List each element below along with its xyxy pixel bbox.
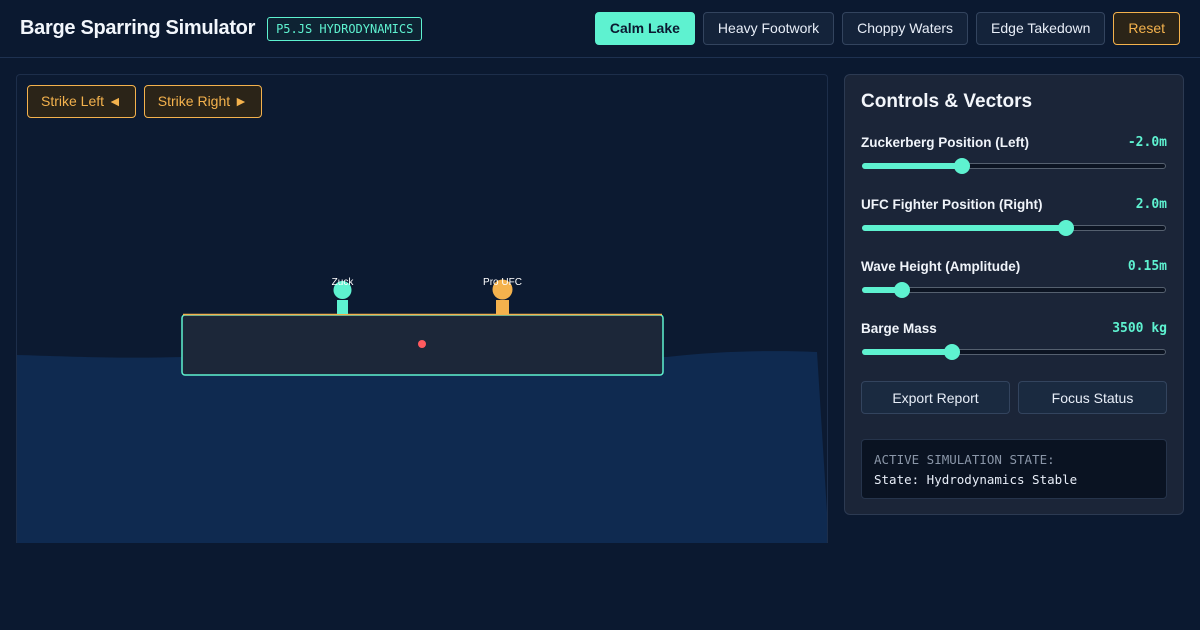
control-value: 0.15m xyxy=(1127,258,1167,274)
reset-button[interactable]: Reset xyxy=(1113,12,1180,45)
control-label: Barge Mass xyxy=(861,320,937,336)
water-surface xyxy=(17,351,827,543)
control-label: UFC Fighter Position (Right) xyxy=(861,196,1043,212)
right-position-control: UFC Fighter Position (Right) 2.0m xyxy=(861,195,1167,236)
right-fighter-label: Pro UFC xyxy=(483,277,522,288)
slider-fill xyxy=(862,225,1067,231)
engine-tag: P5.JS HYDRODYNAMICS xyxy=(267,16,423,41)
right-fighter: Pro UFC xyxy=(483,277,522,314)
control-value: 3500 kg xyxy=(1112,320,1167,336)
controls-panel: Controls & Vectors Zuckerberg Position (… xyxy=(844,74,1184,515)
state-text: State: Hydrodynamics Stable xyxy=(874,472,1078,487)
wave-height-control: Wave Height (Amplitude) 0.15m xyxy=(861,257,1167,298)
simulation-state-box: ACTIVE SIMULATION STATE: State: Hydrodyn… xyxy=(861,439,1167,499)
control-value: -2.0m xyxy=(1127,134,1167,150)
state-title: ACTIVE SIMULATION STATE: xyxy=(874,452,1055,467)
strike-left-button[interactable]: Strike Left ◄ xyxy=(27,85,136,118)
panel-actions: Export Report Focus Status xyxy=(861,381,1167,414)
app-header: Barge Sparring Simulator P5.JS HYDRODYNA… xyxy=(0,0,1200,58)
calm-lake-button[interactable]: Calm Lake xyxy=(594,12,695,45)
scenario-nav: Calm Lake Heavy Footwork Choppy Waters E… xyxy=(594,12,1180,45)
export-report-button[interactable]: Export Report xyxy=(861,381,1010,414)
control-label: Wave Height (Amplitude) xyxy=(861,258,1021,274)
focus-status-button[interactable]: Focus Status xyxy=(1018,381,1167,414)
edge-takedown-button[interactable]: Edge Takedown xyxy=(976,12,1106,45)
slider-fill xyxy=(862,349,952,355)
left-position-control: Zuckerberg Position (Left) -2.0m xyxy=(861,133,1167,174)
choppy-waters-button[interactable]: Choppy Waters xyxy=(842,12,969,45)
left-position-slider[interactable] xyxy=(861,158,1167,174)
app-title: Barge Sparring Simulator xyxy=(20,17,256,39)
control-label: Zuckerberg Position (Left) xyxy=(861,134,1030,150)
control-value: 2.0m xyxy=(1135,196,1167,212)
strike-right-button[interactable]: Strike Right ► xyxy=(143,85,262,118)
barge-mass-control: Barge Mass 3500 kg xyxy=(861,319,1167,360)
slider-fill xyxy=(862,163,962,169)
heavy-footwork-button[interactable]: Heavy Footwork xyxy=(702,12,835,45)
slider-thumb[interactable] xyxy=(1058,220,1075,236)
strike-controls: Strike Left ◄ Strike Right ► xyxy=(27,85,262,118)
right-position-slider[interactable] xyxy=(861,220,1167,236)
panel-title: Controls & Vectors xyxy=(861,91,1033,112)
slider-thumb[interactable] xyxy=(943,344,960,360)
center-of-mass-marker xyxy=(418,340,426,348)
simulation-canvas[interactable]: Zuck Pro UFC Strike Left ◄ Strike Right … xyxy=(16,74,828,543)
simulation-scene: Zuck Pro UFC xyxy=(17,277,827,543)
left-fighter: Zuck xyxy=(332,277,355,314)
slider-thumb[interactable] xyxy=(953,158,970,174)
left-fighter-label: Zuck xyxy=(332,277,355,288)
slider-thumb[interactable] xyxy=(894,282,911,298)
barge-mass-slider[interactable] xyxy=(861,344,1167,360)
wave-height-slider[interactable] xyxy=(861,282,1167,298)
